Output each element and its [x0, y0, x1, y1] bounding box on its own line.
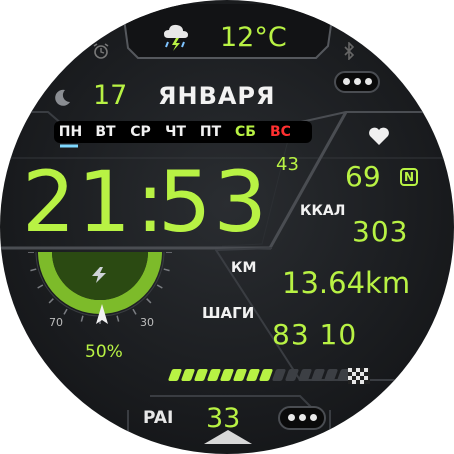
progress-segment — [258, 369, 274, 381]
lightning-icon — [88, 266, 110, 288]
progress-segment — [271, 369, 287, 381]
battery-scale-right: 30 — [140, 316, 154, 329]
progress-segment — [180, 369, 196, 381]
gauge-tick — [63, 308, 68, 315]
steps-label: ШАГИ — [202, 304, 255, 322]
weekday-0: ПН — [58, 124, 83, 140]
battery-needle — [95, 304, 109, 330]
gauge-tick — [48, 298, 54, 304]
more-button-top[interactable] — [334, 71, 380, 93]
battery-gauge — [28, 252, 172, 324]
weekday-1: ВТ — [95, 124, 116, 140]
heart-zone-badge: N — [400, 168, 418, 186]
progress-segment — [219, 369, 235, 381]
weekday-4: ПТ — [199, 124, 222, 140]
battery-percent: 50% — [85, 342, 123, 362]
temperature: 12°C — [220, 22, 287, 53]
date-month: ЯНВАРЯ — [158, 82, 276, 110]
weekday-bar: ПН ВТ СР ЧТ ПТ СБ ВС — [54, 121, 312, 143]
heart-rate: 69 — [345, 160, 381, 193]
gauge-tick — [116, 315, 120, 322]
progress-segment — [245, 369, 261, 381]
progress-segment — [297, 369, 313, 381]
weekday-3: ЧТ — [165, 124, 186, 140]
alarm-icon — [92, 42, 110, 64]
weekday-2: СР — [130, 124, 151, 140]
time-seconds: 43 — [276, 154, 299, 175]
heart-icon — [368, 126, 390, 150]
calories-label: ККАЛ — [300, 203, 346, 219]
weekday-5: СБ — [235, 124, 256, 140]
battery-scale-left: 70 — [49, 316, 63, 329]
gauge-tick — [146, 298, 152, 304]
weekday-6: ВС — [270, 124, 291, 140]
pai-label: PAI — [143, 408, 174, 428]
date-day: 17 — [93, 80, 128, 111]
gauge-tick — [163, 268, 170, 272]
bluetooth-icon — [342, 41, 356, 64]
progress-segment — [284, 369, 300, 381]
progress-segment — [206, 369, 222, 381]
distance-value: 13.64km — [282, 266, 411, 300]
watch-face: 12°C 17 ЯНВАРЯ ПН ВТ СР ЧТ ПТ СБ ВС 21 : 53 43… — [0, 0, 454, 454]
progress-segment — [310, 369, 326, 381]
gauge-tick — [156, 284, 163, 289]
thunderstorm-cloud-icon — [160, 20, 192, 52]
distance-label: КМ — [231, 260, 257, 276]
gauge-tick — [37, 284, 44, 289]
progress-segment — [193, 369, 209, 381]
calories-value: 303 — [352, 215, 409, 248]
steps-value: 83 10 — [272, 318, 358, 351]
checkered-flag-icon — [348, 368, 370, 388]
more-button-bottom[interactable] — [278, 406, 326, 430]
progress-segment — [167, 369, 183, 381]
moon-icon — [52, 88, 72, 112]
progress-segment — [232, 369, 248, 381]
time-minutes: 53 — [158, 153, 269, 251]
pai-value: 33 — [206, 403, 241, 434]
gauge-tick — [80, 315, 84, 322]
steps-progress-bar — [167, 369, 352, 381]
gauge-tick — [132, 308, 137, 315]
progress-segment — [323, 369, 339, 381]
gauge-tick — [30, 268, 37, 272]
time-hours: 21 — [22, 153, 133, 251]
